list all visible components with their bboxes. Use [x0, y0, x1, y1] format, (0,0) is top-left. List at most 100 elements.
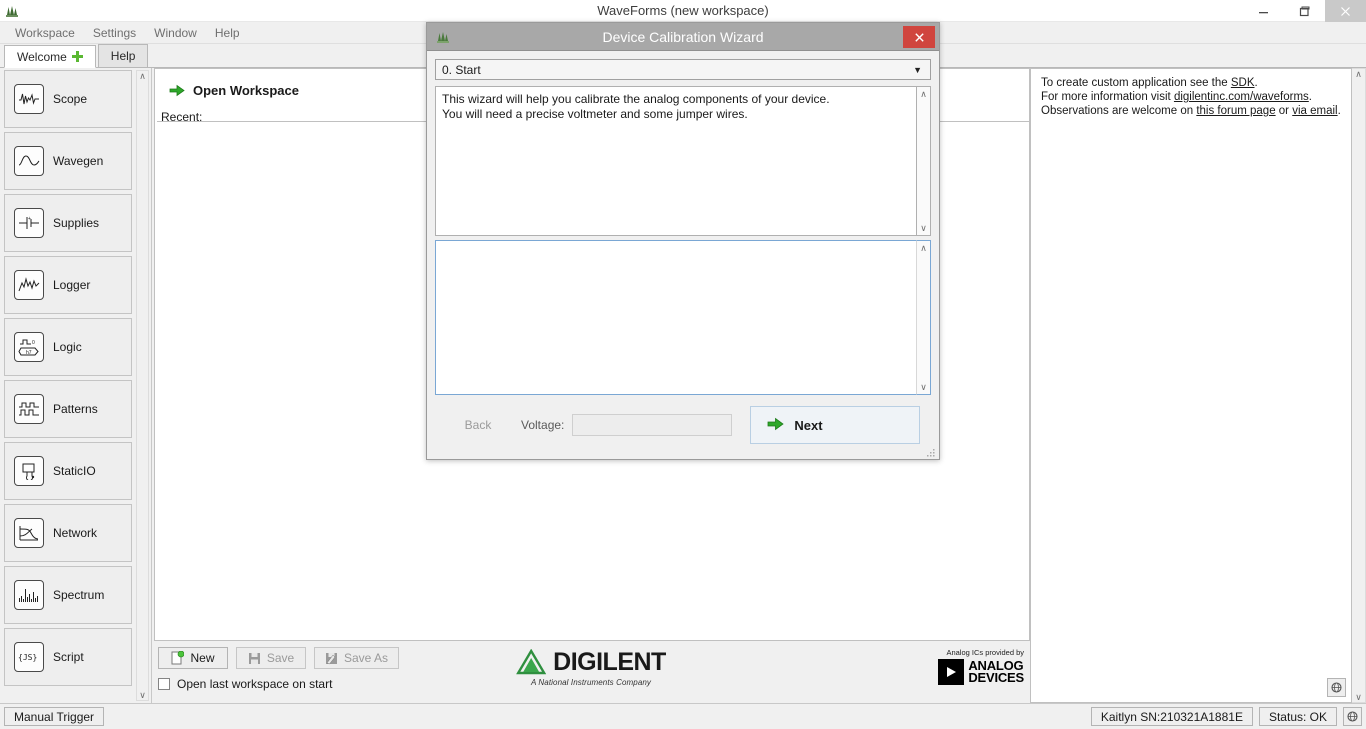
minimize-button[interactable]	[1243, 0, 1284, 22]
device-calibration-wizard-dialog: Device Calibration Wizard 0. Start ▼ Thi…	[426, 22, 940, 460]
info-line3-mid: or	[1275, 105, 1293, 117]
menu-help[interactable]: Help	[206, 24, 249, 42]
info-line2-post: .	[1308, 91, 1312, 103]
maximize-button[interactable]	[1284, 0, 1325, 22]
forum-link[interactable]: this forum page	[1196, 105, 1275, 117]
window-title: WaveForms (new workspace)	[597, 3, 769, 18]
sidebar-scrollbar[interactable]: ∧ ∨	[136, 70, 149, 701]
menu-workspace[interactable]: Workspace	[6, 24, 84, 42]
close-button[interactable]	[1325, 0, 1366, 22]
device-settings-icon[interactable]	[1343, 707, 1362, 726]
sidebar-item-scope[interactable]: Scope	[4, 70, 132, 128]
calibration-step-value: 0. Start	[442, 62, 481, 77]
info-line-2: For more information visit digilentinc.c…	[1041, 90, 1343, 104]
scroll-down-icon[interactable]: ∨	[139, 690, 146, 700]
sidebar-item-logic[interactable]: 0 h7 Logic	[4, 318, 132, 376]
svg-text:h7: h7	[26, 350, 32, 356]
adi-wordmark: ANALOG DEVICES	[968, 659, 1024, 685]
statusbar: Manual Trigger Kaitlyn SN:210321A1881E S…	[0, 703, 1366, 729]
menu-window[interactable]: Window	[145, 24, 206, 42]
adi-caption: Analog ICs provided by	[946, 648, 1024, 657]
svg-text:{JS}: {JS}	[18, 653, 37, 662]
next-button[interactable]: Next	[750, 406, 921, 444]
checkbox-box[interactable]	[158, 678, 170, 690]
save-workspace-button[interactable]: Save	[236, 647, 306, 669]
new-workspace-label: New	[190, 651, 215, 665]
device-status-button[interactable]: Status: OK	[1258, 707, 1337, 726]
output-text[interactable]	[435, 240, 916, 395]
scroll-up-icon[interactable]: ∧	[1355, 69, 1362, 79]
menu-settings[interactable]: Settings	[84, 24, 145, 42]
info-panel-wrap: To create custom application see the SDK…	[1030, 68, 1366, 703]
new-workspace-button[interactable]: New	[158, 647, 228, 669]
adi-line2: DEVICES	[968, 670, 1024, 685]
sidebar-label-staticio: StaticIO	[53, 464, 96, 478]
scroll-up-icon[interactable]: ∧	[139, 71, 146, 81]
save-as-workspace-button[interactable]: Save As	[314, 647, 400, 669]
info-panel-scrollbar[interactable]: ∧ ∨	[1352, 68, 1366, 703]
device-info-button[interactable]: Kaitlyn SN:210321A1881E	[1090, 707, 1253, 726]
adi-triangle-icon	[938, 659, 965, 685]
sidebar-label-script: Script	[53, 650, 84, 664]
refresh-globe-icon[interactable]	[1327, 678, 1346, 697]
instructions-scrollbar[interactable]: ∧ ∨	[916, 86, 931, 236]
scroll-up-icon[interactable]: ∧	[920, 89, 927, 99]
tab-help[interactable]: Help	[97, 44, 149, 67]
static-io-icon	[14, 456, 44, 486]
calibration-step-select[interactable]: 0. Start ▼	[435, 59, 931, 80]
sdk-link[interactable]: SDK	[1231, 77, 1255, 89]
scroll-down-icon[interactable]: ∨	[1355, 692, 1362, 702]
spectrum-bars-icon	[14, 580, 44, 610]
sidebar-label-patterns: Patterns	[53, 402, 98, 416]
sidebar-item-staticio[interactable]: StaticIO	[4, 442, 132, 500]
info-panel: To create custom application see the SDK…	[1030, 68, 1352, 703]
network-bode-icon	[14, 518, 44, 548]
sidebar-label-wavegen: Wavegen	[53, 154, 104, 168]
dialog-titlebar: Device Calibration Wizard	[427, 23, 939, 51]
tab-help-label: Help	[110, 49, 136, 63]
scroll-down-icon[interactable]: ∨	[920, 223, 927, 233]
digilent-wordmark: DIGILENT	[553, 647, 666, 676]
green-arrow-icon	[169, 84, 185, 97]
svg-text:+: +	[28, 216, 31, 222]
back-button[interactable]: Back	[435, 418, 521, 432]
statusbar-right: Kaitlyn SN:210321A1881E Status: OK	[1090, 707, 1362, 726]
sidebar-item-logger[interactable]: Logger	[4, 256, 132, 314]
voltage-input[interactable]	[572, 414, 733, 436]
window-titlebar: WaveForms (new workspace)	[0, 0, 1366, 22]
digilent-triangle-icon	[516, 649, 547, 675]
sidebar-item-supplies[interactable]: + Supplies	[4, 194, 132, 252]
voltage-label: Voltage:	[521, 418, 565, 432]
email-link[interactable]: via email	[1292, 105, 1337, 117]
sidebar-item-script[interactable]: {JS} Script	[4, 628, 132, 686]
waveforms-site-link[interactable]: digilentinc.com/waveforms	[1174, 91, 1309, 103]
workspace-toolbar: New Save Save As Open last workspace on …	[152, 641, 1030, 703]
tab-welcome[interactable]: Welcome	[4, 45, 96, 68]
digital-pattern-icon	[14, 394, 44, 424]
sidebar-label-scope: Scope	[53, 92, 88, 106]
script-js-icon: {JS}	[14, 642, 44, 672]
sidebar-label-spectrum: Spectrum	[53, 588, 105, 602]
sidebar-item-network[interactable]: Network	[4, 504, 132, 562]
chevron-down-icon[interactable]: ▼	[913, 65, 922, 75]
save-as-workspace-label: Save As	[344, 651, 389, 665]
add-tab-icon[interactable]	[71, 51, 83, 62]
resize-grip[interactable]	[927, 447, 936, 457]
open-workspace-label: Open Workspace	[193, 83, 299, 98]
sidebar-label-logic: Logic	[53, 340, 82, 354]
scroll-down-icon[interactable]: ∨	[920, 382, 927, 392]
sidebar-label-logger: Logger	[53, 278, 91, 292]
sidebar-item-wavegen[interactable]: Wavegen	[4, 132, 132, 190]
dialog-close-button[interactable]	[903, 26, 935, 48]
manual-trigger-button[interactable]: Manual Trigger	[4, 707, 105, 726]
instructions-area: This wizard will help you calibrate the …	[435, 86, 931, 236]
output-area: ∧ ∨	[435, 240, 931, 395]
output-scrollbar[interactable]: ∧ ∨	[916, 240, 931, 395]
scroll-up-icon[interactable]: ∧	[920, 243, 927, 253]
sidebar-item-spectrum[interactable]: Spectrum	[4, 566, 132, 624]
window-controls	[1243, 0, 1366, 22]
info-line3-pre: Observations are welcome on	[1041, 105, 1197, 117]
digilent-tagline: A National Instruments Company	[530, 678, 652, 687]
svg-text:0: 0	[32, 340, 35, 346]
sidebar-item-patterns[interactable]: Patterns	[4, 380, 132, 438]
